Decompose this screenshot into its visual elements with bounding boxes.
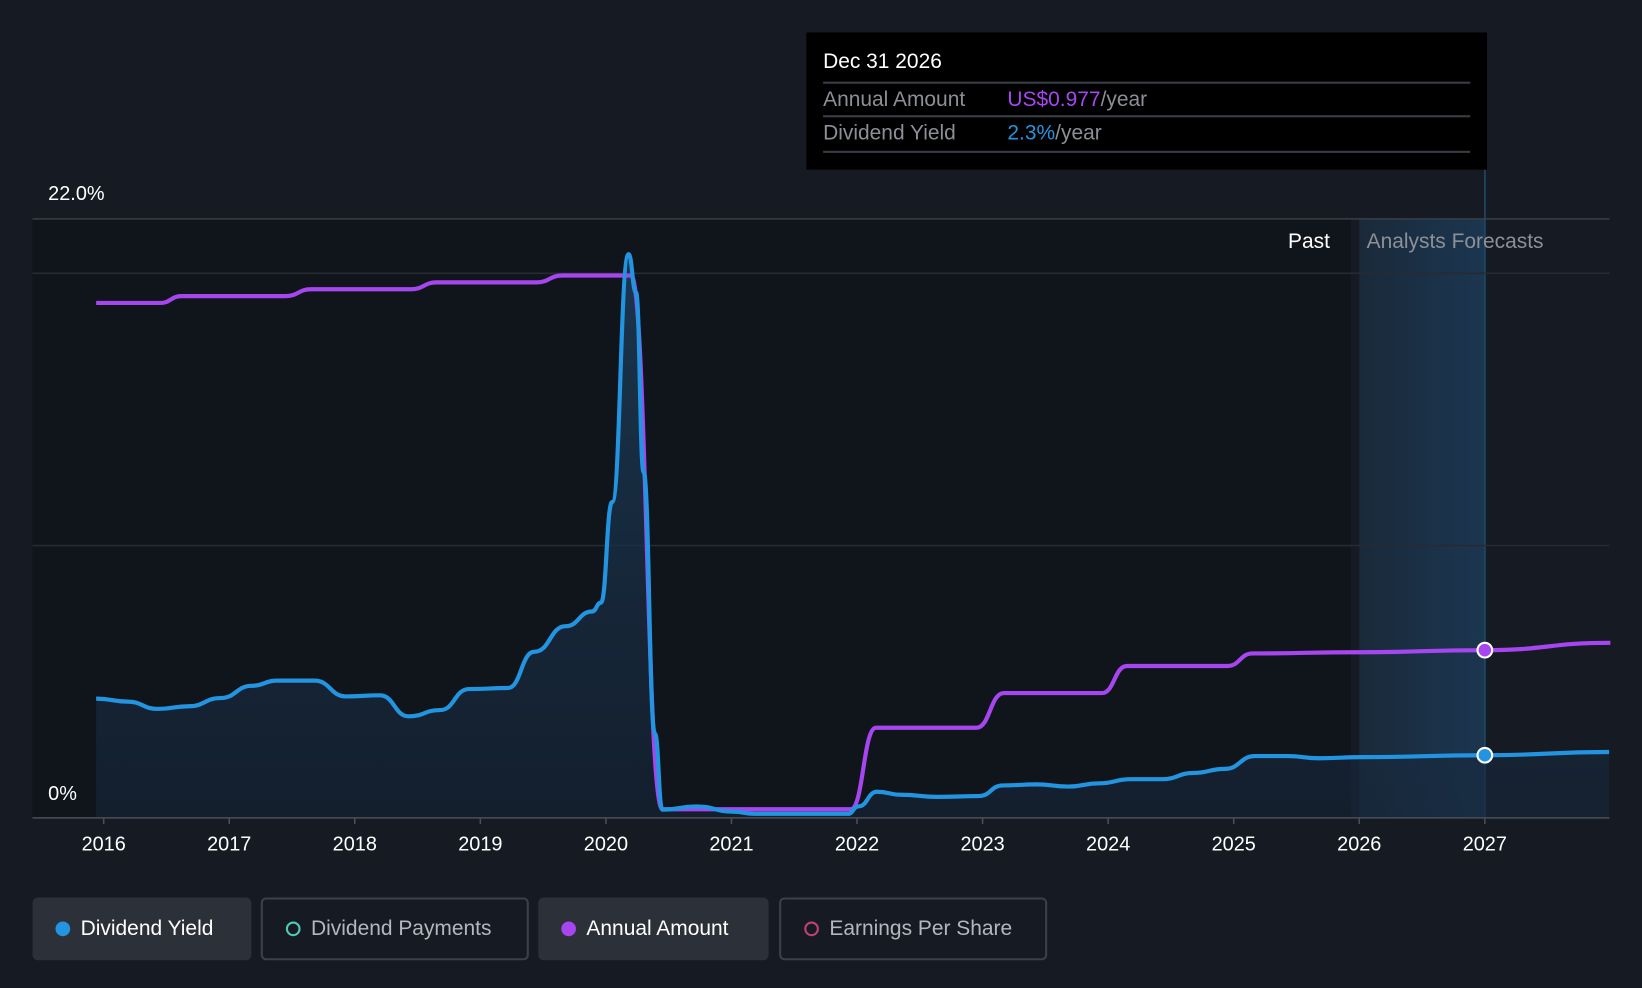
y-tick-max: 22.0% <box>48 183 105 206</box>
tooltip-date: Dec 31 2026 <box>823 50 942 74</box>
tooltip-label: Annual Amount <box>823 87 966 112</box>
x-tick-label: 2024 <box>1086 833 1130 855</box>
x-tick-label: 2026 <box>1337 833 1381 855</box>
dividend-yield-value: 2.3% <box>1007 121 1056 145</box>
tooltip-value: US$0.977/year <box>1007 84 1147 115</box>
x-tick-label: 2017 <box>207 833 251 855</box>
tooltip: Dec 31 2026 Annual Amount US$0.977/year … <box>806 32 1488 170</box>
legend-earnings-per-share[interactable]: Earnings Per Share <box>779 897 1048 961</box>
unit: /year <box>1055 121 1102 145</box>
dividend-yield-hover-marker <box>1476 746 1494 764</box>
tooltip-value: 2.3%/year <box>1007 117 1101 148</box>
unit: /year <box>1100 87 1148 112</box>
hollow-dot-icon <box>285 921 301 937</box>
x-tick-label: 2022 <box>835 833 879 855</box>
legend-label: Dividend Yield <box>80 916 214 940</box>
legend-annual-amount[interactable]: Annual Amount <box>538 897 769 961</box>
tooltip-row-annual-amount: Annual Amount US$0.977/year <box>823 81 1471 118</box>
forecast-label: Analysts Forecasts <box>1366 230 1544 254</box>
past-label: Past <box>1288 230 1330 254</box>
legend-label: Annual Amount <box>586 916 729 940</box>
annual-amount-value: US$0.977 <box>1007 87 1101 112</box>
annual-amount-hover-marker <box>1476 641 1494 659</box>
y-tick-zero: 0% <box>48 783 77 806</box>
x-tick-label: 2023 <box>960 833 1004 855</box>
x-tick-label: 2020 <box>584 833 628 855</box>
legend-dividend-payments[interactable]: Dividend Payments <box>260 897 529 961</box>
dividend-chart-widget: 2016 2017 2018 2019 2020 2021 2022 2023 2024 2025… <box>0 0 1642 988</box>
legend-dividend-yield[interactable]: Dividend Yield <box>32 897 252 961</box>
tooltip-label: Dividend Yield <box>823 121 956 145</box>
hollow-dot-icon <box>804 921 819 937</box>
x-tick-label: 2016 <box>82 833 126 855</box>
legend-label: Earnings Per Share <box>829 916 1013 940</box>
x-tick-label: 2021 <box>709 833 753 855</box>
filled-dot-icon <box>55 921 71 937</box>
x-tick-label: 2027 <box>1463 833 1507 855</box>
x-tick-label: 2018 <box>333 833 377 855</box>
forecast-hover-band <box>1359 218 1485 818</box>
x-tick-label: 2025 <box>1212 833 1256 855</box>
legend-label: Dividend Payments <box>311 916 492 940</box>
x-tick-label: 2019 <box>458 833 502 855</box>
divider <box>823 150 1471 153</box>
tooltip-row-dividend-yield: Dividend Yield 2.3%/year <box>823 115 1471 151</box>
filled-dot-icon <box>561 921 576 937</box>
